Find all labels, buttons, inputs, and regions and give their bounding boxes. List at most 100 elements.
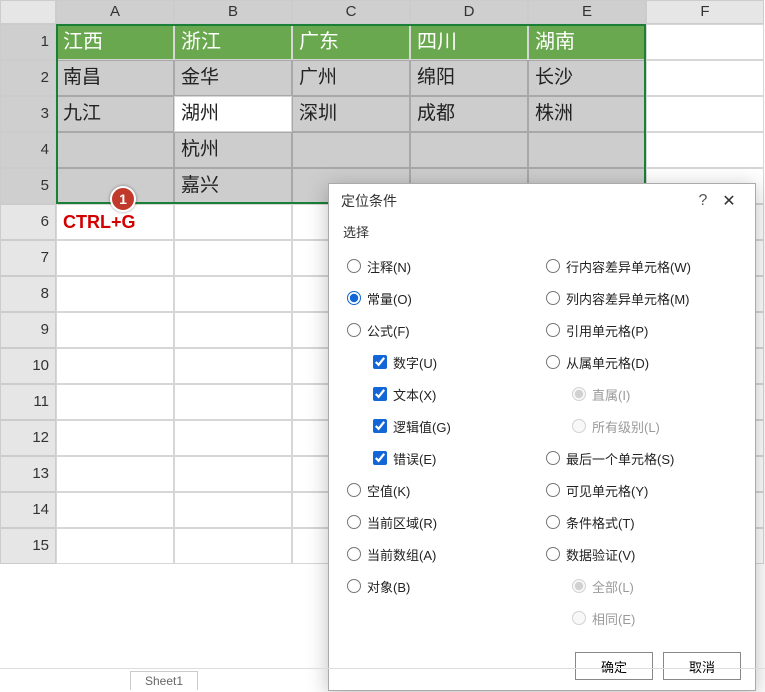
row-header[interactable]: 3 <box>0 96 56 132</box>
radio-visible-cells[interactable]: 可见单元格(Y) <box>546 475 745 505</box>
checkbox-errors[interactable]: 错误(E) <box>347 443 546 473</box>
cell[interactable] <box>174 384 292 420</box>
row-header[interactable]: 7 <box>0 240 56 276</box>
cell[interactable] <box>646 24 764 60</box>
dialog-title: 定位条件 <box>341 191 691 211</box>
cell[interactable] <box>174 528 292 564</box>
radio-all: 全部(L) <box>546 571 745 601</box>
cell[interactable] <box>56 384 174 420</box>
radio-objects[interactable]: 对象(B) <box>347 571 546 601</box>
cell[interactable]: 杭州 <box>174 132 292 168</box>
cell[interactable]: 长沙 <box>528 60 646 96</box>
left-column: 注释(N) 常量(O) 公式(F) 数字(U) 文本(X) 逻辑值(G) 错误(… <box>347 251 546 633</box>
row-header[interactable]: 11 <box>0 384 56 420</box>
cell[interactable]: 湖南 <box>528 24 646 60</box>
cell[interactable] <box>646 96 764 132</box>
row-header[interactable]: 8 <box>0 276 56 312</box>
checkbox-numbers[interactable]: 数字(U) <box>347 347 546 377</box>
dialog-titlebar[interactable]: 定位条件 ? ✕ <box>329 184 755 218</box>
radio-comments[interactable]: 注释(N) <box>347 251 546 281</box>
cell[interactable] <box>56 348 174 384</box>
row-header[interactable]: 4 <box>0 132 56 168</box>
cell[interactable]: 金华 <box>174 60 292 96</box>
radio-same: 相同(E) <box>546 603 745 633</box>
radio-conditional-format[interactable]: 条件格式(T) <box>546 507 745 537</box>
dialog-section-label: 选择 <box>329 218 755 245</box>
cell[interactable] <box>56 420 174 456</box>
radio-precedents[interactable]: 引用单元格(P) <box>546 315 745 345</box>
row-header[interactable]: 14 <box>0 492 56 528</box>
help-button[interactable]: ? <box>691 192 715 210</box>
cell[interactable] <box>56 492 174 528</box>
cell-active[interactable]: 湖州 <box>174 96 292 132</box>
cell[interactable] <box>56 132 174 168</box>
cell[interactable]: 南昌 <box>56 60 174 96</box>
row-header[interactable]: 12 <box>0 420 56 456</box>
row-header[interactable]: 6 <box>0 204 56 240</box>
radio-current-array[interactable]: 当前数组(A) <box>347 539 546 569</box>
cell[interactable] <box>56 456 174 492</box>
cell[interactable] <box>174 276 292 312</box>
row-header[interactable]: 9 <box>0 312 56 348</box>
radio-row-diff[interactable]: 行内容差异单元格(W) <box>546 251 745 281</box>
radio-col-diff[interactable]: 列内容差异单元格(M) <box>546 283 745 313</box>
radio-data-validation[interactable]: 数据验证(V) <box>546 539 745 569</box>
cell[interactable]: 广东 <box>292 24 410 60</box>
right-column: 行内容差异单元格(W) 列内容差异单元格(M) 引用单元格(P) 从属单元格(D… <box>546 251 745 633</box>
cell[interactable] <box>174 456 292 492</box>
cell[interactable] <box>174 312 292 348</box>
cell[interactable]: 浙江 <box>174 24 292 60</box>
radio-constants[interactable]: 常量(O) <box>347 283 546 313</box>
col-header-d[interactable]: D <box>410 0 528 24</box>
cell[interactable] <box>646 60 764 96</box>
sheet-tabs: Sheet1 <box>0 668 765 692</box>
cell[interactable] <box>292 132 410 168</box>
cell[interactable] <box>56 240 174 276</box>
cell[interactable]: 株洲 <box>528 96 646 132</box>
row-header[interactable]: 1 <box>0 24 56 60</box>
row-header[interactable]: 13 <box>0 456 56 492</box>
radio-last-cell[interactable]: 最后一个单元格(S) <box>546 443 745 473</box>
cell[interactable] <box>174 240 292 276</box>
radio-formulas[interactable]: 公式(F) <box>347 315 546 345</box>
cell[interactable]: 绵阳 <box>410 60 528 96</box>
col-header-b[interactable]: B <box>174 0 292 24</box>
cell[interactable]: 广州 <box>292 60 410 96</box>
col-header-a[interactable]: A <box>56 0 174 24</box>
col-header-c[interactable]: C <box>292 0 410 24</box>
row-header[interactable]: 15 <box>0 528 56 564</box>
cell[interactable] <box>174 492 292 528</box>
cell[interactable] <box>56 528 174 564</box>
row-header[interactable]: 10 <box>0 348 56 384</box>
col-header-f[interactable]: F <box>646 0 764 24</box>
cell[interactable] <box>646 132 764 168</box>
cell[interactable] <box>56 312 174 348</box>
cell[interactable] <box>174 204 292 240</box>
close-button[interactable]: ✕ <box>715 191 743 211</box>
radio-all-levels: 所有级别(L) <box>546 411 745 441</box>
row-header[interactable]: 5 <box>0 168 56 204</box>
radio-current-region[interactable]: 当前区域(R) <box>347 507 546 537</box>
cell[interactable]: 嘉兴 <box>174 168 292 204</box>
annotation-marker-1: 1 <box>110 186 136 212</box>
row-header[interactable]: 2 <box>0 60 56 96</box>
cell[interactable]: 深圳 <box>292 96 410 132</box>
column-headers: A B C D E F <box>0 0 765 24</box>
checkbox-logical[interactable]: 逻辑值(G) <box>347 411 546 441</box>
checkbox-text[interactable]: 文本(X) <box>347 379 546 409</box>
cell[interactable] <box>174 348 292 384</box>
cell[interactable]: 九江 <box>56 96 174 132</box>
cell[interactable]: 成都 <box>410 96 528 132</box>
cell[interactable]: 江西 <box>56 24 174 60</box>
col-header-e[interactable]: E <box>528 0 646 24</box>
goto-special-dialog: 定位条件 ? ✕ 选择 注释(N) 常量(O) 公式(F) 数字(U) 文本(X… <box>328 183 756 691</box>
cell[interactable] <box>174 420 292 456</box>
radio-dependents[interactable]: 从属单元格(D) <box>546 347 745 377</box>
cell[interactable]: 四川 <box>410 24 528 60</box>
radio-blanks[interactable]: 空值(K) <box>347 475 546 505</box>
cell[interactable] <box>56 276 174 312</box>
cell[interactable] <box>528 132 646 168</box>
cell[interactable] <box>410 132 528 168</box>
sheet-tab[interactable]: Sheet1 <box>130 671 198 690</box>
select-all-corner[interactable] <box>0 0 56 24</box>
